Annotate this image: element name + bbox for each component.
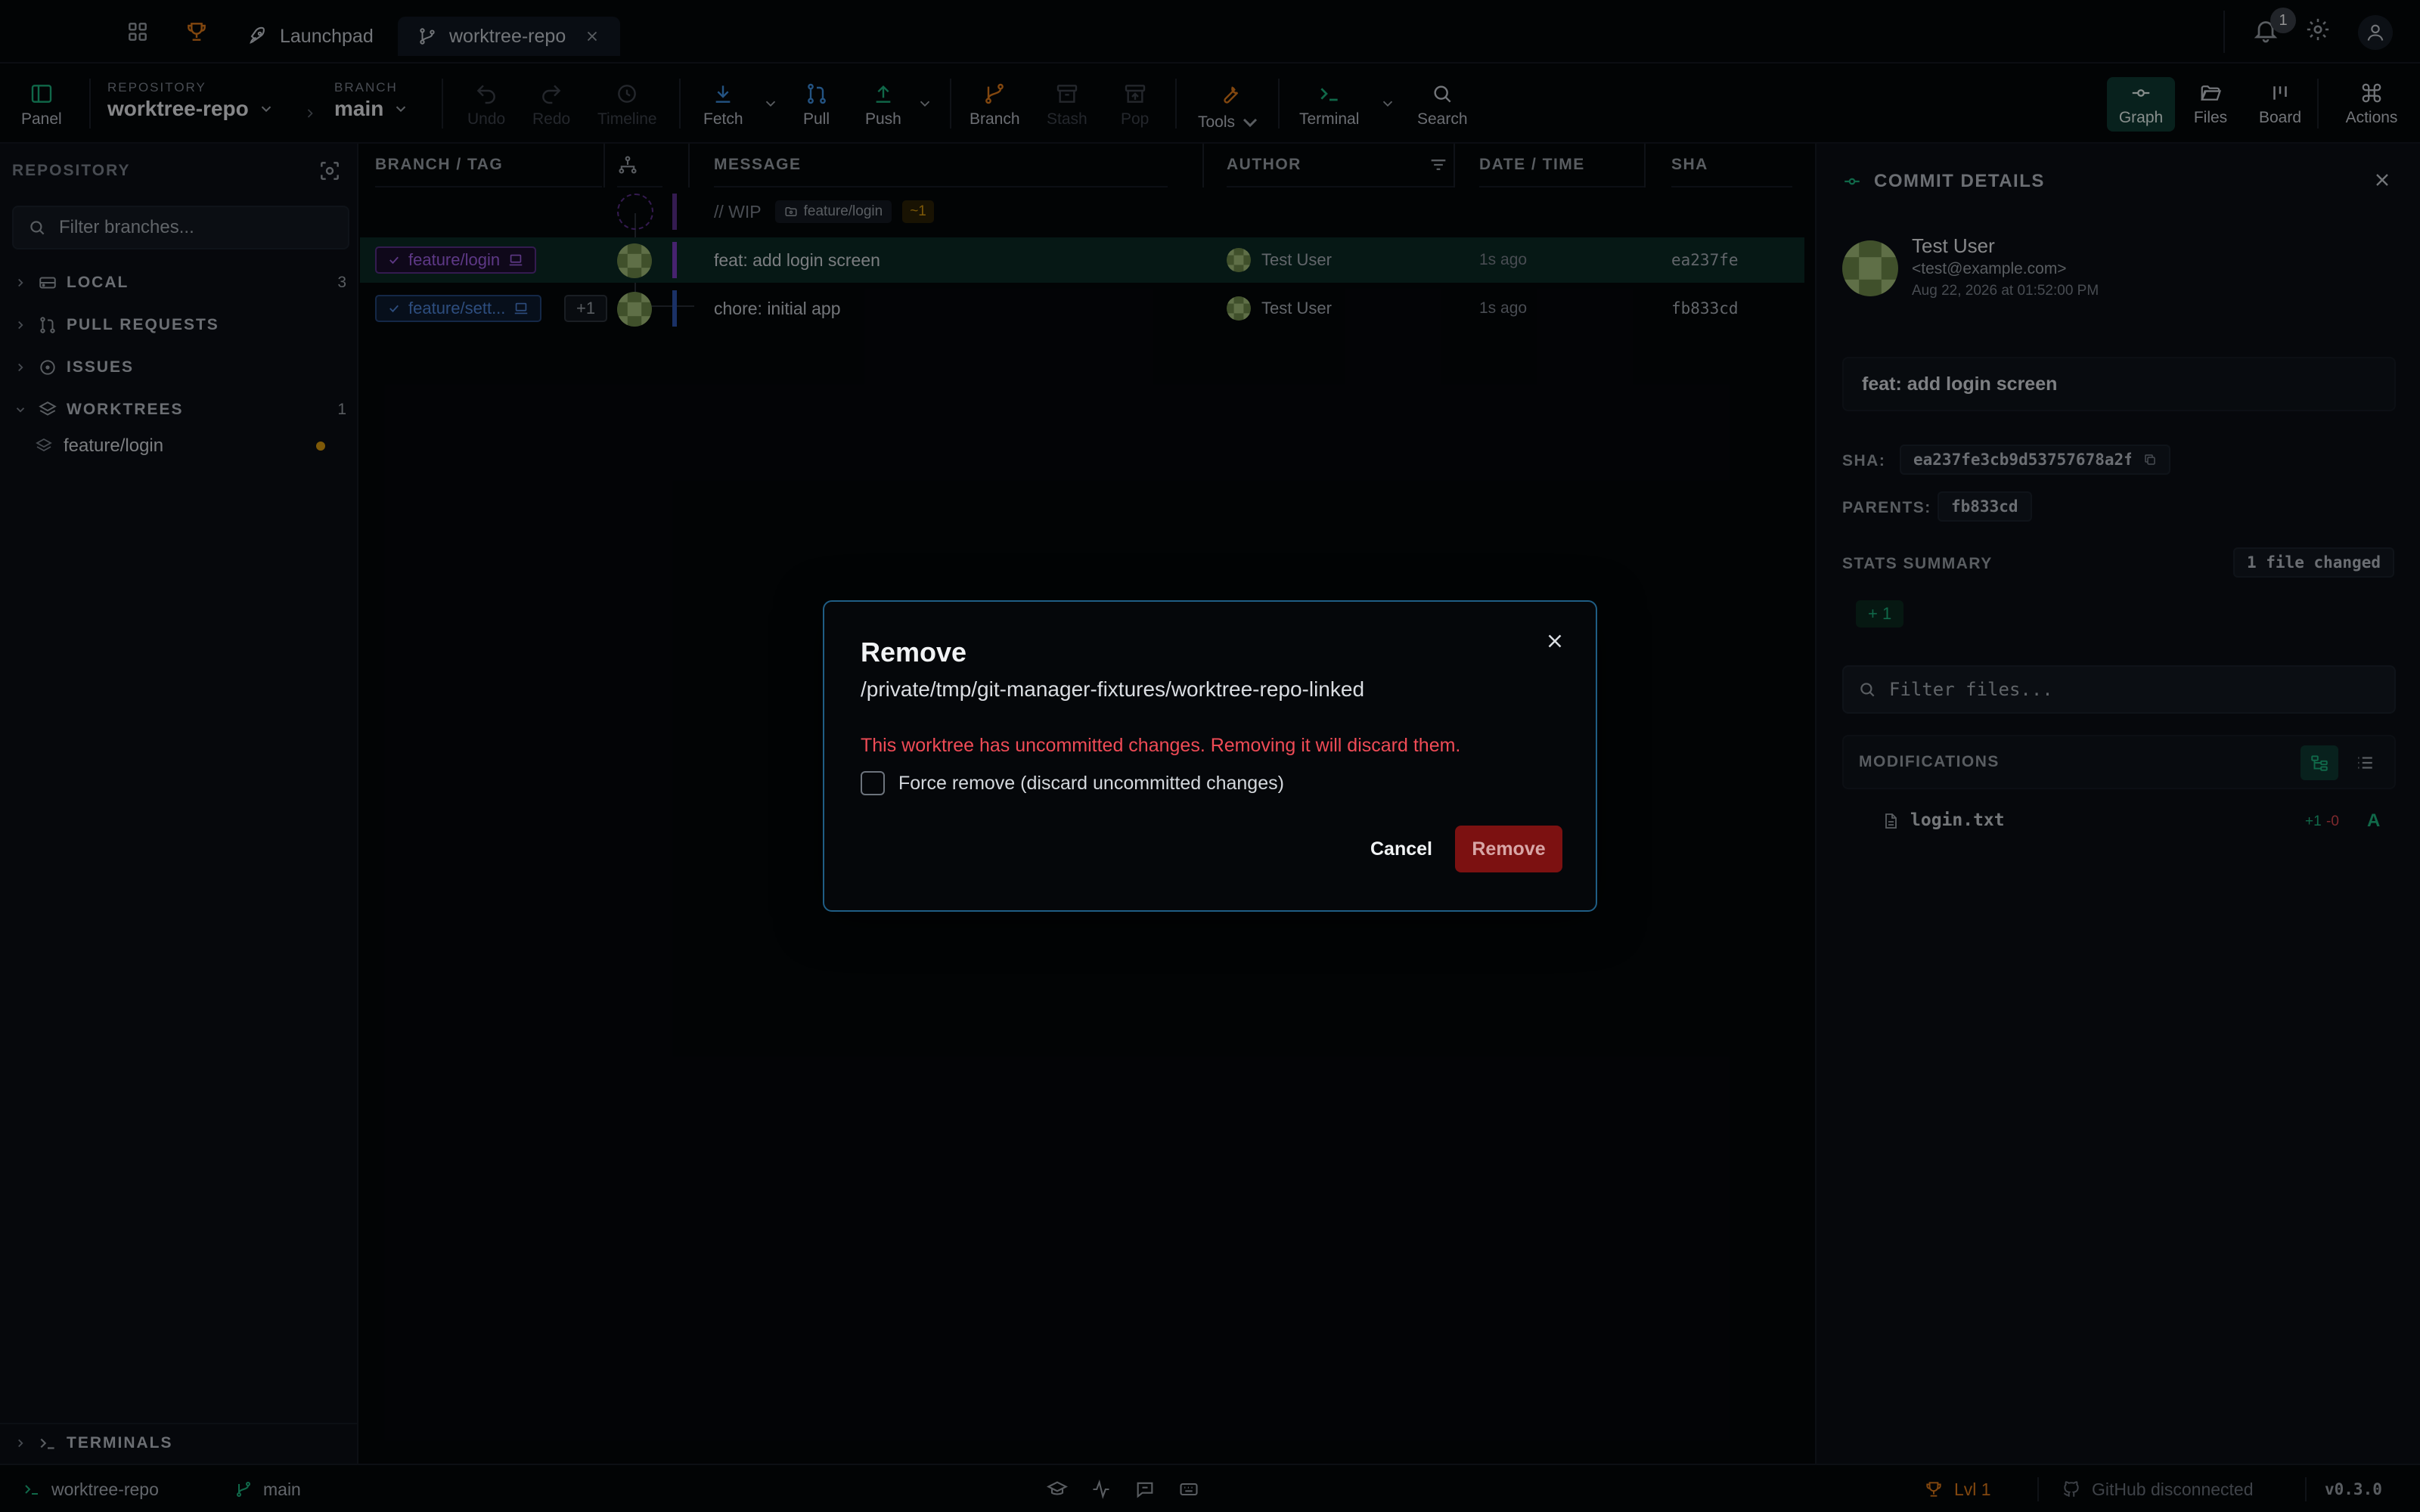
dialog-title: Remove	[861, 637, 967, 668]
worktree-path: /private/tmp/git-manager-fixtures/worktr…	[861, 677, 1365, 701]
remove-button[interactable]: Remove	[1455, 826, 1562, 872]
force-remove-checkbox[interactable]: Force remove (discard uncommitted change…	[861, 771, 1284, 795]
checkbox-label: Force remove (discard uncommitted change…	[898, 772, 1284, 794]
checkbox[interactable]	[861, 771, 885, 795]
uncommitted-warning: This worktree has uncommitted changes. R…	[861, 735, 1461, 756]
remove-worktree-dialog: Remove /private/tmp/git-manager-fixtures…	[823, 600, 1597, 912]
cancel-button[interactable]: Cancel	[1354, 826, 1449, 872]
close-icon[interactable]	[1540, 626, 1570, 656]
